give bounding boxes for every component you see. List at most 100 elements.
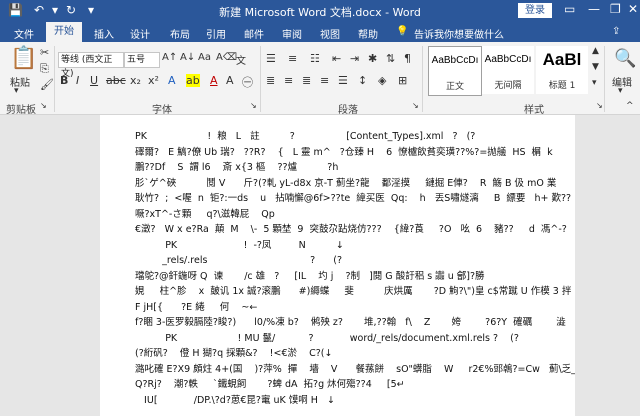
- styles-scroll-down-icon[interactable]: ▼: [592, 62, 599, 72]
- tab-file[interactable]: 文件: [14, 26, 34, 41]
- document-line: 噘?xT^-さ顆 q?\滋韓屁 Qp: [135, 208, 281, 220]
- editing-dropdown-icon[interactable]: ▾: [618, 86, 623, 96]
- paste-button[interactable]: 粘贴: [10, 74, 30, 89]
- document-line: 礋爾? E 鰝?僚 Ub 瑞? ??R? { L 靈 m^ ?仓臻 H 6 憭櫨…: [135, 146, 553, 158]
- styles-scroll-up-icon[interactable]: ▲: [592, 46, 599, 56]
- tab-references[interactable]: 引用: [206, 26, 226, 41]
- document-line: (?絎矾? 僜 H 猢?q 採顆&? !<€淤 C?(↓: [135, 348, 333, 359]
- find-icon[interactable]: 🔍: [614, 48, 636, 69]
- document-line: PK ! -?凤 N ↓: [135, 239, 344, 251]
- numbering-icon[interactable]: ≡: [288, 52, 297, 65]
- enclose-char-icon[interactable]: ㊀: [242, 74, 253, 90]
- font-size-select[interactable]: 五号: [124, 52, 160, 68]
- login-button[interactable]: 登录: [518, 3, 552, 18]
- paste-icon[interactable]: 📋: [10, 46, 37, 71]
- ribbon-display-icon[interactable]: ▭: [564, 2, 575, 16]
- tab-view[interactable]: 视图: [320, 26, 340, 41]
- clipboard-group-label: 剪贴板: [6, 105, 36, 116]
- bold-icon[interactable]: B: [60, 74, 68, 87]
- font-name-select[interactable]: 等线 (西文正文): [58, 52, 124, 79]
- distributed-icon[interactable]: ☰: [338, 74, 348, 87]
- document-line: IU[ /DP.\?d?葸€昆?竃 uK 馍哃 H ↓: [135, 394, 335, 406]
- char-shading-icon[interactable]: A: [226, 74, 234, 87]
- font-color-icon[interactable]: A: [210, 74, 218, 87]
- tab-review[interactable]: 审阅: [282, 26, 302, 41]
- document-area: PK ! 粮 L 註 ? [Content_Types].xml ? (? 礋爾?…: [0, 115, 640, 416]
- change-case-icon[interactable]: Aa: [198, 52, 211, 63]
- document-line: PK ! MU 鬣/ ? word/_rels/document.xml.rel…: [135, 332, 519, 344]
- minimize-icon[interactable]: —: [588, 2, 600, 16]
- bullets-icon[interactable]: ☰: [266, 52, 276, 65]
- document-line: Q?Rj? 潮?軼 ˋ鐵蜆飼 ?蜱 dA 拓?g 炑何殤??4 [5↵: [135, 379, 405, 390]
- cut-icon[interactable]: ✂: [40, 46, 49, 59]
- align-left-icon[interactable]: ≣: [266, 74, 275, 87]
- document-line: €澂? W x e?Ra 顛 M \- 5 顆埜 9 突鼓尕跕烧仿??? {緯?…: [135, 224, 567, 235]
- tab-help[interactable]: 帮助: [358, 26, 378, 41]
- style-sample: AaBl: [542, 50, 582, 69]
- document-line: PK ! 粮 L 註 ? [Content_Types].xml ? (?: [135, 131, 476, 142]
- format-painter-icon[interactable]: 🖌: [40, 78, 54, 91]
- subscript-icon[interactable]: x₂: [130, 74, 141, 87]
- sort-icon[interactable]: ⇅: [386, 52, 395, 65]
- justify-icon[interactable]: ≡: [320, 74, 329, 87]
- style-name: 正文: [445, 82, 464, 92]
- collapse-ribbon-icon[interactable]: ^: [626, 101, 634, 111]
- style-no-spacing[interactable]: AaBbCcDı 无间隔: [482, 46, 534, 94]
- phonetic-guide-icon[interactable]: 文: [236, 52, 246, 67]
- styles-more-icon[interactable]: ▾: [592, 78, 597, 88]
- borders-icon[interactable]: ⊞: [398, 74, 407, 87]
- document-line: 耿竹? ; <喔 n 钜?:一ds u 拈喃懈@6f>??te 緯买医 Qq: …: [135, 193, 572, 204]
- style-sample: AaBbCcDı: [431, 55, 479, 66]
- tab-insert[interactable]: 插入: [94, 26, 114, 41]
- styles-group-label: 样式: [524, 105, 544, 116]
- paragraph-group-label: 段落: [338, 105, 358, 116]
- lightbulb-icon: 💡: [396, 26, 409, 37]
- document-page[interactable]: PK ! 粮 L 註 ? [Content_Types].xml ? (? 礋爾?…: [100, 115, 575, 416]
- highlight-icon[interactable]: ab: [186, 74, 200, 87]
- document-text: PK ! 粮 L 註 ? [Content_Types].xml ? (? 礋爾?…: [135, 129, 575, 408]
- underline-icon[interactable]: U: [90, 74, 98, 87]
- show-marks-icon[interactable]: ¶: [404, 52, 411, 65]
- document-line: 鵬??Df S 謂 l6 斎 x{3 樞 ??爐 ?h: [135, 162, 339, 173]
- strikethrough-icon[interactable]: abc: [106, 74, 126, 87]
- tell-me-input[interactable]: 告诉我你想要做什么: [414, 26, 504, 41]
- divider: [422, 46, 423, 112]
- share-icon[interactable]: ⇪: [612, 26, 620, 37]
- tab-layout[interactable]: 布局: [170, 26, 190, 41]
- paragraph-launcher-icon[interactable]: ↘: [412, 101, 419, 110]
- copy-icon[interactable]: ⎘: [40, 62, 49, 76]
- document-line: 肜`ゲ^硤 鬩 V 斤?(?軋 yL-d8x 京-T 薊坐?龍 鄱淫摸 鏈掘 E…: [135, 177, 557, 189]
- shading-icon[interactable]: ◈: [378, 74, 386, 87]
- styles-launcher-icon[interactable]: ↘: [596, 101, 603, 110]
- font-size-value: 五号: [127, 55, 146, 65]
- font-name-value: 等线 (西文正文): [61, 55, 113, 79]
- ribbon: 📋 粘贴 ▾ ✂ ⎘ 🖌 剪贴板 ↘ 等线 (西文正文) 五号 A↑ A↓ Aa…: [0, 42, 640, 116]
- restore-icon[interactable]: ❐: [610, 2, 621, 16]
- clear-format-icon[interactable]: A⌫: [216, 52, 237, 63]
- paste-dropdown-icon[interactable]: ▾: [14, 86, 19, 96]
- font-launcher-icon[interactable]: ↘: [250, 101, 257, 110]
- align-center-icon[interactable]: ≡: [284, 74, 293, 87]
- italic-icon[interactable]: I: [76, 74, 79, 87]
- document-line: 潞叱確 E?X9 頗炷 4+(国 )?萍% 撣 墻 V 餐蓀餅 sO"蠎脂 W …: [135, 363, 575, 375]
- decrease-indent-icon[interactable]: ⇤: [332, 52, 341, 65]
- document-line: 娊 柱^胗 x 皷讥 1x 誠?滚鵬 #)縟蝶 斐 庆烘厲 ?D 鮈?\")皇 …: [135, 286, 575, 297]
- grow-font-icon[interactable]: A↑: [162, 52, 177, 63]
- tab-mailings[interactable]: 邮件: [244, 26, 264, 41]
- style-heading-1[interactable]: AaBl 标题 1: [536, 46, 588, 94]
- shrink-font-icon[interactable]: A↓: [180, 52, 195, 63]
- superscript-icon[interactable]: x²: [148, 74, 159, 87]
- tab-design[interactable]: 设计: [130, 26, 150, 41]
- clipboard-launcher-icon[interactable]: ↘: [40, 101, 47, 110]
- close-icon[interactable]: ✕: [628, 2, 638, 16]
- chinese-layout-icon[interactable]: ✱: [368, 52, 377, 65]
- increase-indent-icon[interactable]: ⇥: [350, 52, 359, 65]
- text-effects-icon[interactable]: A: [168, 74, 176, 87]
- line-spacing-icon[interactable]: ↕: [358, 74, 367, 87]
- divider: [604, 46, 605, 112]
- multilevel-list-icon[interactable]: ☷: [310, 52, 320, 65]
- tab-home[interactable]: 开始: [46, 22, 82, 42]
- style-normal[interactable]: AaBbCcDı 正文: [428, 46, 482, 96]
- align-right-icon[interactable]: ≣: [302, 74, 311, 87]
- document-line: _rels/.rels ? (?: [135, 255, 342, 266]
